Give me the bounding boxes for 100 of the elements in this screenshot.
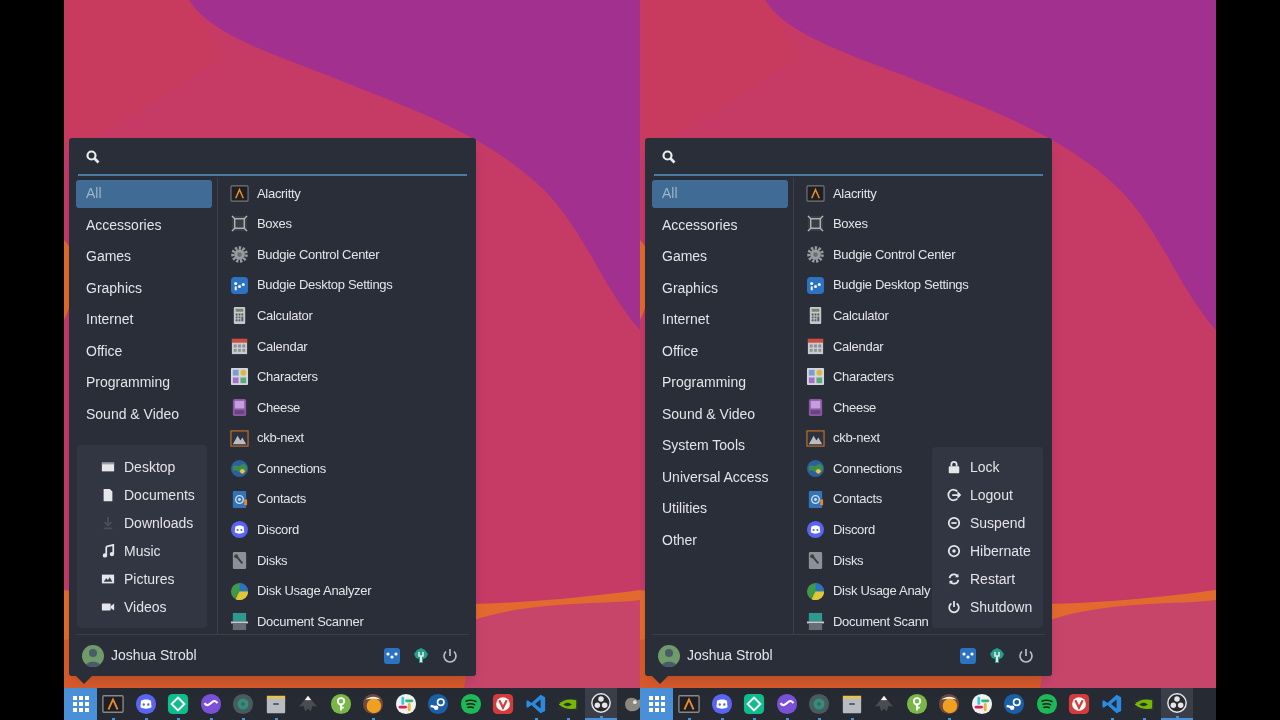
app-item[interactable]: Cheese — [230, 392, 300, 423]
pie-chart-icon — [230, 581, 249, 601]
place-item[interactable]: Downloads — [101, 509, 207, 537]
place-item[interactable]: Pictures — [101, 565, 207, 593]
scanner-icon — [230, 612, 249, 632]
app-menu-button[interactable] — [64, 688, 97, 720]
calendar-icon — [230, 336, 249, 356]
category-item[interactable]: Other — [652, 526, 788, 555]
scanner-icon — [806, 612, 825, 632]
app-item[interactable]: Budgie Control Center — [806, 239, 956, 270]
chat-icon — [230, 520, 249, 540]
wrench-button[interactable] — [412, 646, 430, 665]
drive-icon — [806, 550, 825, 570]
cabinet-icon — [840, 693, 863, 715]
power-option[interactable]: Suspend — [947, 509, 1043, 537]
power-option[interactable]: Shutdown — [947, 593, 1043, 621]
category-item[interactable]: Universal Access — [652, 463, 788, 492]
app-item[interactable]: Alacritty — [230, 178, 301, 209]
taskbar-app[interactable] — [584, 688, 617, 720]
power-option[interactable]: Hibernate — [947, 537, 1043, 565]
disc-icon — [808, 693, 831, 715]
app-item[interactable]: Cheese — [806, 392, 876, 423]
app-item[interactable]: Discord — [806, 514, 875, 546]
logout-icon — [947, 488, 961, 502]
category-item[interactable]: Programming — [76, 368, 212, 397]
category-item[interactable]: Internet — [652, 305, 788, 334]
app-item[interactable]: Document Scanner — [230, 606, 364, 637]
screen-icon — [230, 397, 249, 417]
globe-icon — [806, 459, 825, 479]
category-item[interactable]: System Tools — [652, 431, 788, 460]
document-icon — [101, 488, 115, 502]
category-item[interactable]: Accessories — [652, 211, 788, 240]
app-item[interactable]: Alacritty — [806, 178, 877, 209]
app-menu-button[interactable] — [640, 688, 673, 720]
desktop-icon — [101, 460, 115, 474]
category-item[interactable]: Graphics — [76, 274, 212, 303]
app-item[interactable]: Budgie Desktop Settings — [806, 269, 969, 301]
cabinet-icon — [264, 693, 287, 715]
category-item[interactable]: Accessories — [76, 211, 212, 240]
app-item[interactable]: Disks — [806, 545, 864, 576]
app-item[interactable]: Budgie Control Center — [230, 239, 380, 270]
category-item[interactable]: Graphics — [652, 274, 788, 303]
app-item[interactable]: Disk Usage Analyzer — [230, 575, 372, 607]
app-item[interactable]: Calculator — [806, 300, 889, 331]
app-item[interactable]: Calculator — [230, 300, 313, 331]
category-item[interactable]: Games — [652, 242, 788, 271]
category-item[interactable]: Sound & Video — [652, 400, 788, 429]
fox-icon — [938, 693, 961, 715]
dots-button[interactable] — [383, 646, 401, 665]
app-item[interactable]: Discord — [230, 514, 299, 546]
app-item[interactable]: Characters — [230, 361, 318, 393]
music-note-icon — [101, 544, 115, 558]
address-book-icon — [230, 489, 249, 509]
app-item[interactable]: Calendar — [806, 330, 884, 362]
app-item[interactable]: Budgie Desktop Settings — [230, 269, 393, 301]
dots-button[interactable] — [959, 646, 977, 665]
app-item[interactable]: Calendar — [230, 330, 308, 362]
chat-icon — [710, 693, 733, 715]
recorder-icon — [589, 692, 612, 714]
tiles-icon — [230, 367, 249, 387]
category-item[interactable]: Office — [76, 337, 212, 366]
power-button[interactable] — [1017, 646, 1035, 665]
app-item[interactable]: Document Scann — [806, 606, 929, 637]
category-item[interactable]: Sound & Video — [76, 400, 212, 429]
fox-icon — [362, 693, 385, 715]
category-item[interactable]: Games — [76, 242, 212, 271]
app-item[interactable]: Boxes — [230, 208, 292, 240]
app-item[interactable]: Boxes — [806, 208, 868, 240]
app-item[interactable]: Disks — [230, 545, 288, 576]
terminal-icon — [230, 183, 249, 203]
power-option[interactable]: Lock — [947, 453, 1043, 481]
power-option[interactable]: Logout — [947, 481, 1043, 509]
globe-icon — [230, 459, 249, 479]
power-option[interactable]: Restart — [947, 565, 1043, 593]
app-item[interactable]: ckb-next — [230, 422, 304, 454]
user-name: Joshua Strobl — [111, 646, 198, 665]
terminal-icon — [806, 183, 825, 203]
category-item[interactable]: Internet — [76, 305, 212, 334]
power-button[interactable] — [441, 646, 459, 665]
place-item[interactable]: Videos — [101, 593, 207, 621]
music-circle-icon — [459, 693, 482, 715]
category-item[interactable]: Programming — [652, 368, 788, 397]
terminal-icon — [102, 693, 125, 715]
taskbar-app[interactable] — [1160, 688, 1193, 720]
avatar — [82, 644, 104, 667]
app-item[interactable]: Contacts — [230, 483, 306, 515]
calendar-icon — [806, 336, 825, 356]
place-item[interactable]: Music — [101, 537, 207, 565]
app-item[interactable]: Characters — [806, 361, 894, 393]
place-item[interactable]: Documents — [101, 481, 207, 509]
category-item[interactable]: Office — [652, 337, 788, 366]
place-item[interactable]: Desktop — [101, 453, 207, 481]
app-item[interactable]: Connections — [230, 453, 326, 484]
app-item[interactable]: Disk Usage Analy — [806, 575, 931, 607]
category-item[interactable]: Utilities — [652, 494, 788, 523]
app-item[interactable]: Contacts — [806, 483, 882, 515]
steam-icon — [427, 693, 450, 715]
app-item[interactable]: ckb-next — [806, 422, 880, 454]
wrench-button[interactable] — [988, 646, 1006, 665]
app-item[interactable]: Connections — [806, 453, 902, 484]
